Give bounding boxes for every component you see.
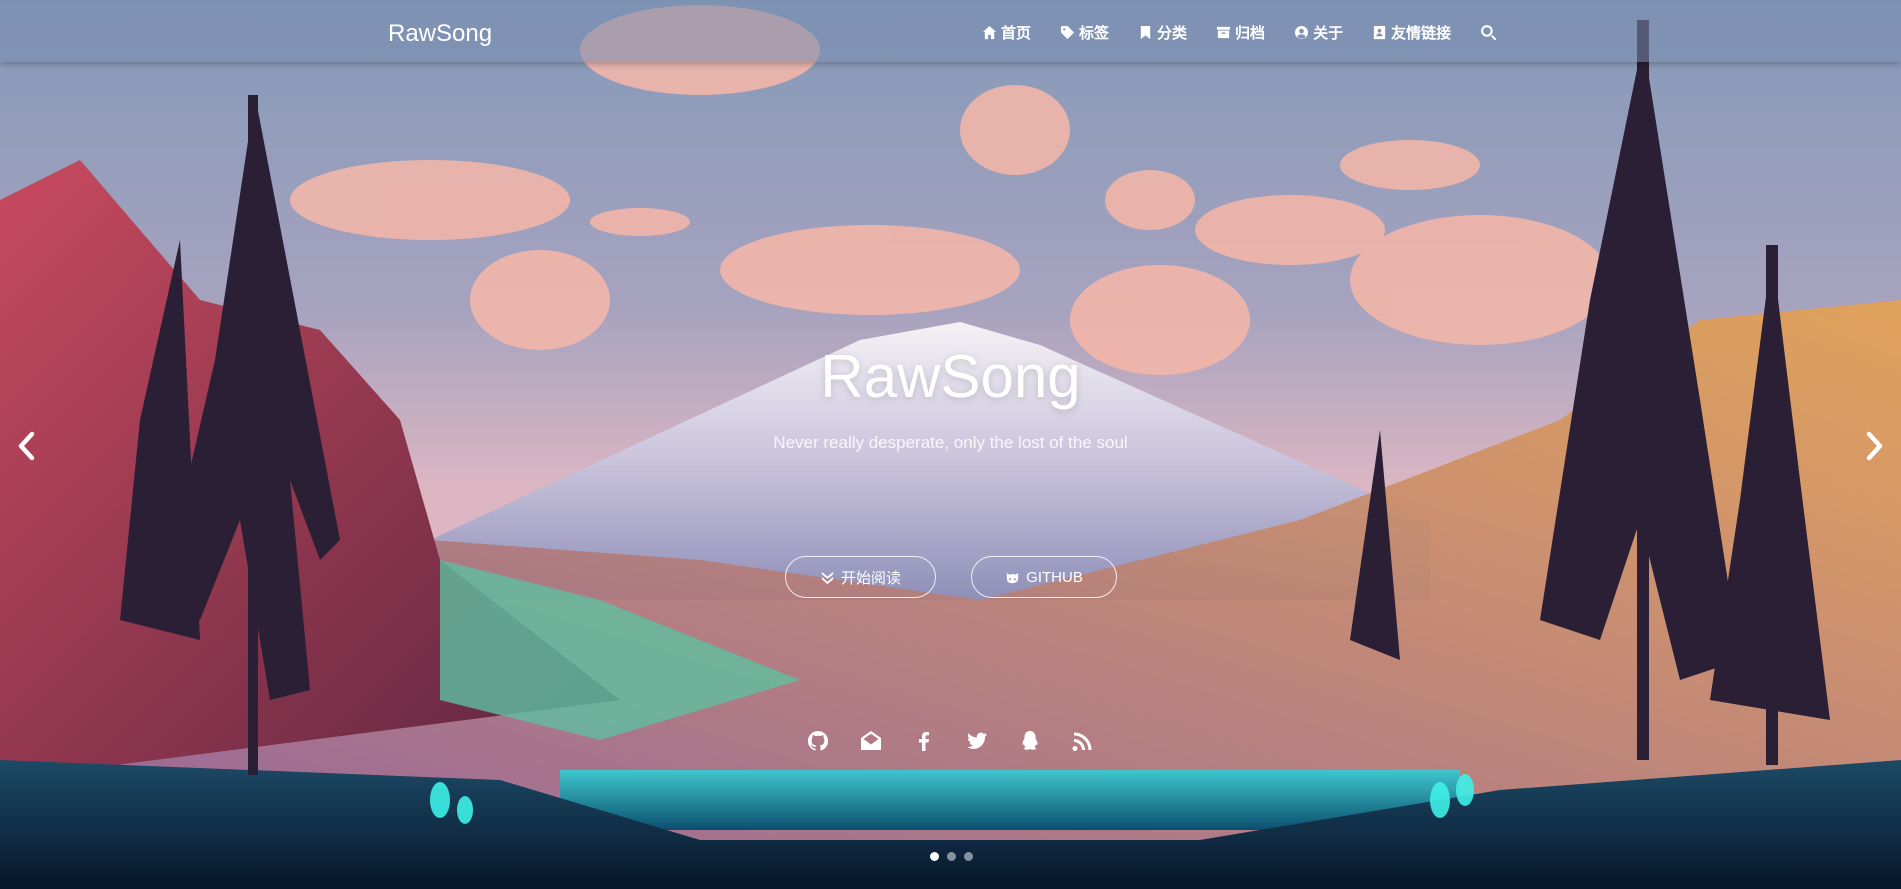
bookmark-icon	[1140, 25, 1151, 40]
github-social-link[interactable]	[806, 729, 830, 753]
hero-title: RawSong	[820, 343, 1081, 410]
qq-icon	[1022, 731, 1038, 750]
hero-subtitle: Never really desperate, only the lost of…	[773, 433, 1128, 452]
start-reading-label: 开始阅读	[840, 569, 901, 587]
nav-item-archives-label: 归档	[1235, 25, 1266, 42]
rss-social-link[interactable]	[1071, 729, 1095, 753]
carousel-indicator[interactable]	[964, 852, 973, 861]
nav-item-friend-links-label: 友情链接	[1391, 25, 1452, 42]
nav-item-archives[interactable]: 归档	[1216, 22, 1265, 43]
site-brand-link[interactable]: RawSong	[388, 20, 492, 48]
github-icon	[807, 730, 829, 751]
qq-social-link[interactable]	[1018, 729, 1042, 753]
facebook-social-link[interactable]	[912, 729, 936, 753]
carousel-indicator[interactable]	[930, 852, 939, 861]
nav-item-tags-label: 标签	[1079, 25, 1110, 42]
nav-item-home-label: 首页	[1001, 25, 1032, 42]
github-button[interactable]: GITHUB	[971, 556, 1117, 598]
nav-item-friend-links[interactable]: 友情链接	[1372, 22, 1451, 43]
top-navbar: RawSong 首页 标签 分类 归档 关于 友情链接	[0, 0, 1901, 62]
nav-item-about-label: 关于	[1313, 25, 1344, 42]
nav-item-home[interactable]: 首页	[982, 22, 1031, 43]
user-circle-icon	[1295, 25, 1309, 40]
home-icon	[982, 25, 997, 40]
nav-item-about[interactable]: 关于	[1294, 22, 1343, 43]
start-reading-button[interactable]: 开始阅读	[785, 556, 936, 598]
rss-icon	[1072, 732, 1092, 751]
github-alt-icon	[1007, 572, 1019, 583]
address-book-icon	[1373, 25, 1386, 40]
double-chevron-down-icon	[821, 571, 834, 584]
nav-item-tags[interactable]: 标签	[1060, 22, 1109, 43]
github-label: GITHUB	[1026, 568, 1083, 586]
main-nav: 首页 标签 分类 归档 关于 友情链接	[982, 22, 1497, 43]
email-social-link[interactable]	[859, 729, 883, 753]
tag-icon	[1060, 25, 1075, 40]
hero-banner: RawSong 首页 标签 分类 归档 关于 友情链接 RawSong Neve…	[0, 0, 1901, 889]
nav-item-categories[interactable]: 分类	[1138, 22, 1187, 43]
nav-item-categories-label: 分类	[1157, 25, 1188, 42]
carousel-indicator[interactable]	[947, 852, 956, 861]
search-icon	[1481, 25, 1497, 41]
social-links	[806, 729, 1095, 753]
nav-search-button[interactable]	[1480, 24, 1497, 41]
envelope-open-icon	[861, 731, 881, 750]
carousel-indicators	[930, 852, 973, 861]
archive-icon	[1216, 26, 1231, 39]
facebook-icon	[919, 732, 929, 751]
twitter-icon	[967, 732, 987, 749]
twitter-social-link[interactable]	[965, 729, 989, 753]
